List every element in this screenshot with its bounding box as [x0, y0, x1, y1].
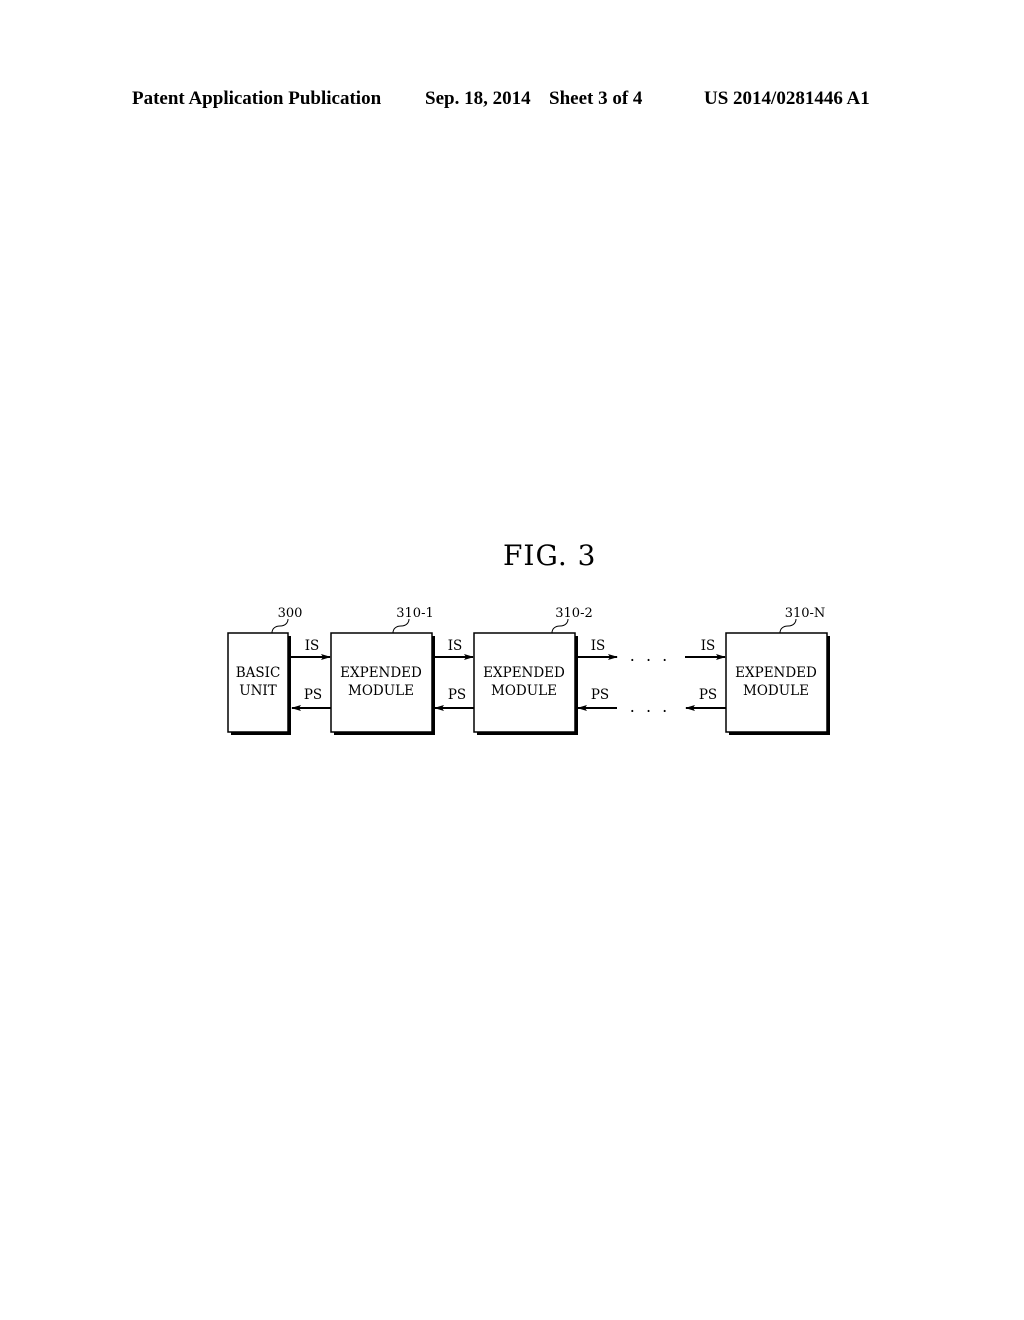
- ps-label: PS: [304, 687, 322, 703]
- ref-numeral: 310-1: [396, 606, 433, 621]
- block-diagram: BASIC UNIT 300 EXPENDED MODULE 310-1 EXP…: [227, 606, 830, 735]
- block-label-line2: MODULE: [743, 683, 809, 699]
- is-label: IS: [305, 638, 320, 654]
- is-label: IS: [701, 638, 716, 654]
- block-label-line1: EXPENDED: [340, 665, 422, 681]
- basic-unit-block: BASIC UNIT 300: [227, 606, 303, 735]
- is-label: IS: [448, 638, 463, 654]
- block-label-line2: MODULE: [348, 683, 414, 699]
- block-label-line2: MODULE: [491, 683, 557, 699]
- block-label-line1: BASIC: [236, 665, 281, 681]
- expended-module-block-1: EXPENDED MODULE 310-1: [330, 606, 435, 735]
- ellipsis-lower: . . .: [630, 697, 670, 716]
- expended-module-block-2: EXPENDED MODULE 310-2: [473, 606, 593, 735]
- ref-numeral: 310-2: [555, 606, 592, 621]
- block-label-line1: EXPENDED: [735, 665, 817, 681]
- ps-label: PS: [591, 687, 609, 703]
- ref-numeral: 300: [278, 606, 303, 621]
- ref-leader-line: [551, 618, 569, 634]
- ref-leader-line: [779, 618, 797, 634]
- ps-label: PS: [448, 687, 466, 703]
- ref-leader-line: [392, 618, 410, 634]
- ellipsis-upper: . . .: [630, 646, 670, 665]
- ref-leader-line: [271, 618, 289, 634]
- ps-label: PS: [699, 687, 717, 703]
- ref-numeral: 310-N: [785, 606, 826, 621]
- block-label-line1: EXPENDED: [483, 665, 565, 681]
- block-label-line2: UNIT: [239, 683, 277, 699]
- is-label: IS: [591, 638, 606, 654]
- expended-module-block-n: EXPENDED MODULE 310-N: [725, 606, 830, 735]
